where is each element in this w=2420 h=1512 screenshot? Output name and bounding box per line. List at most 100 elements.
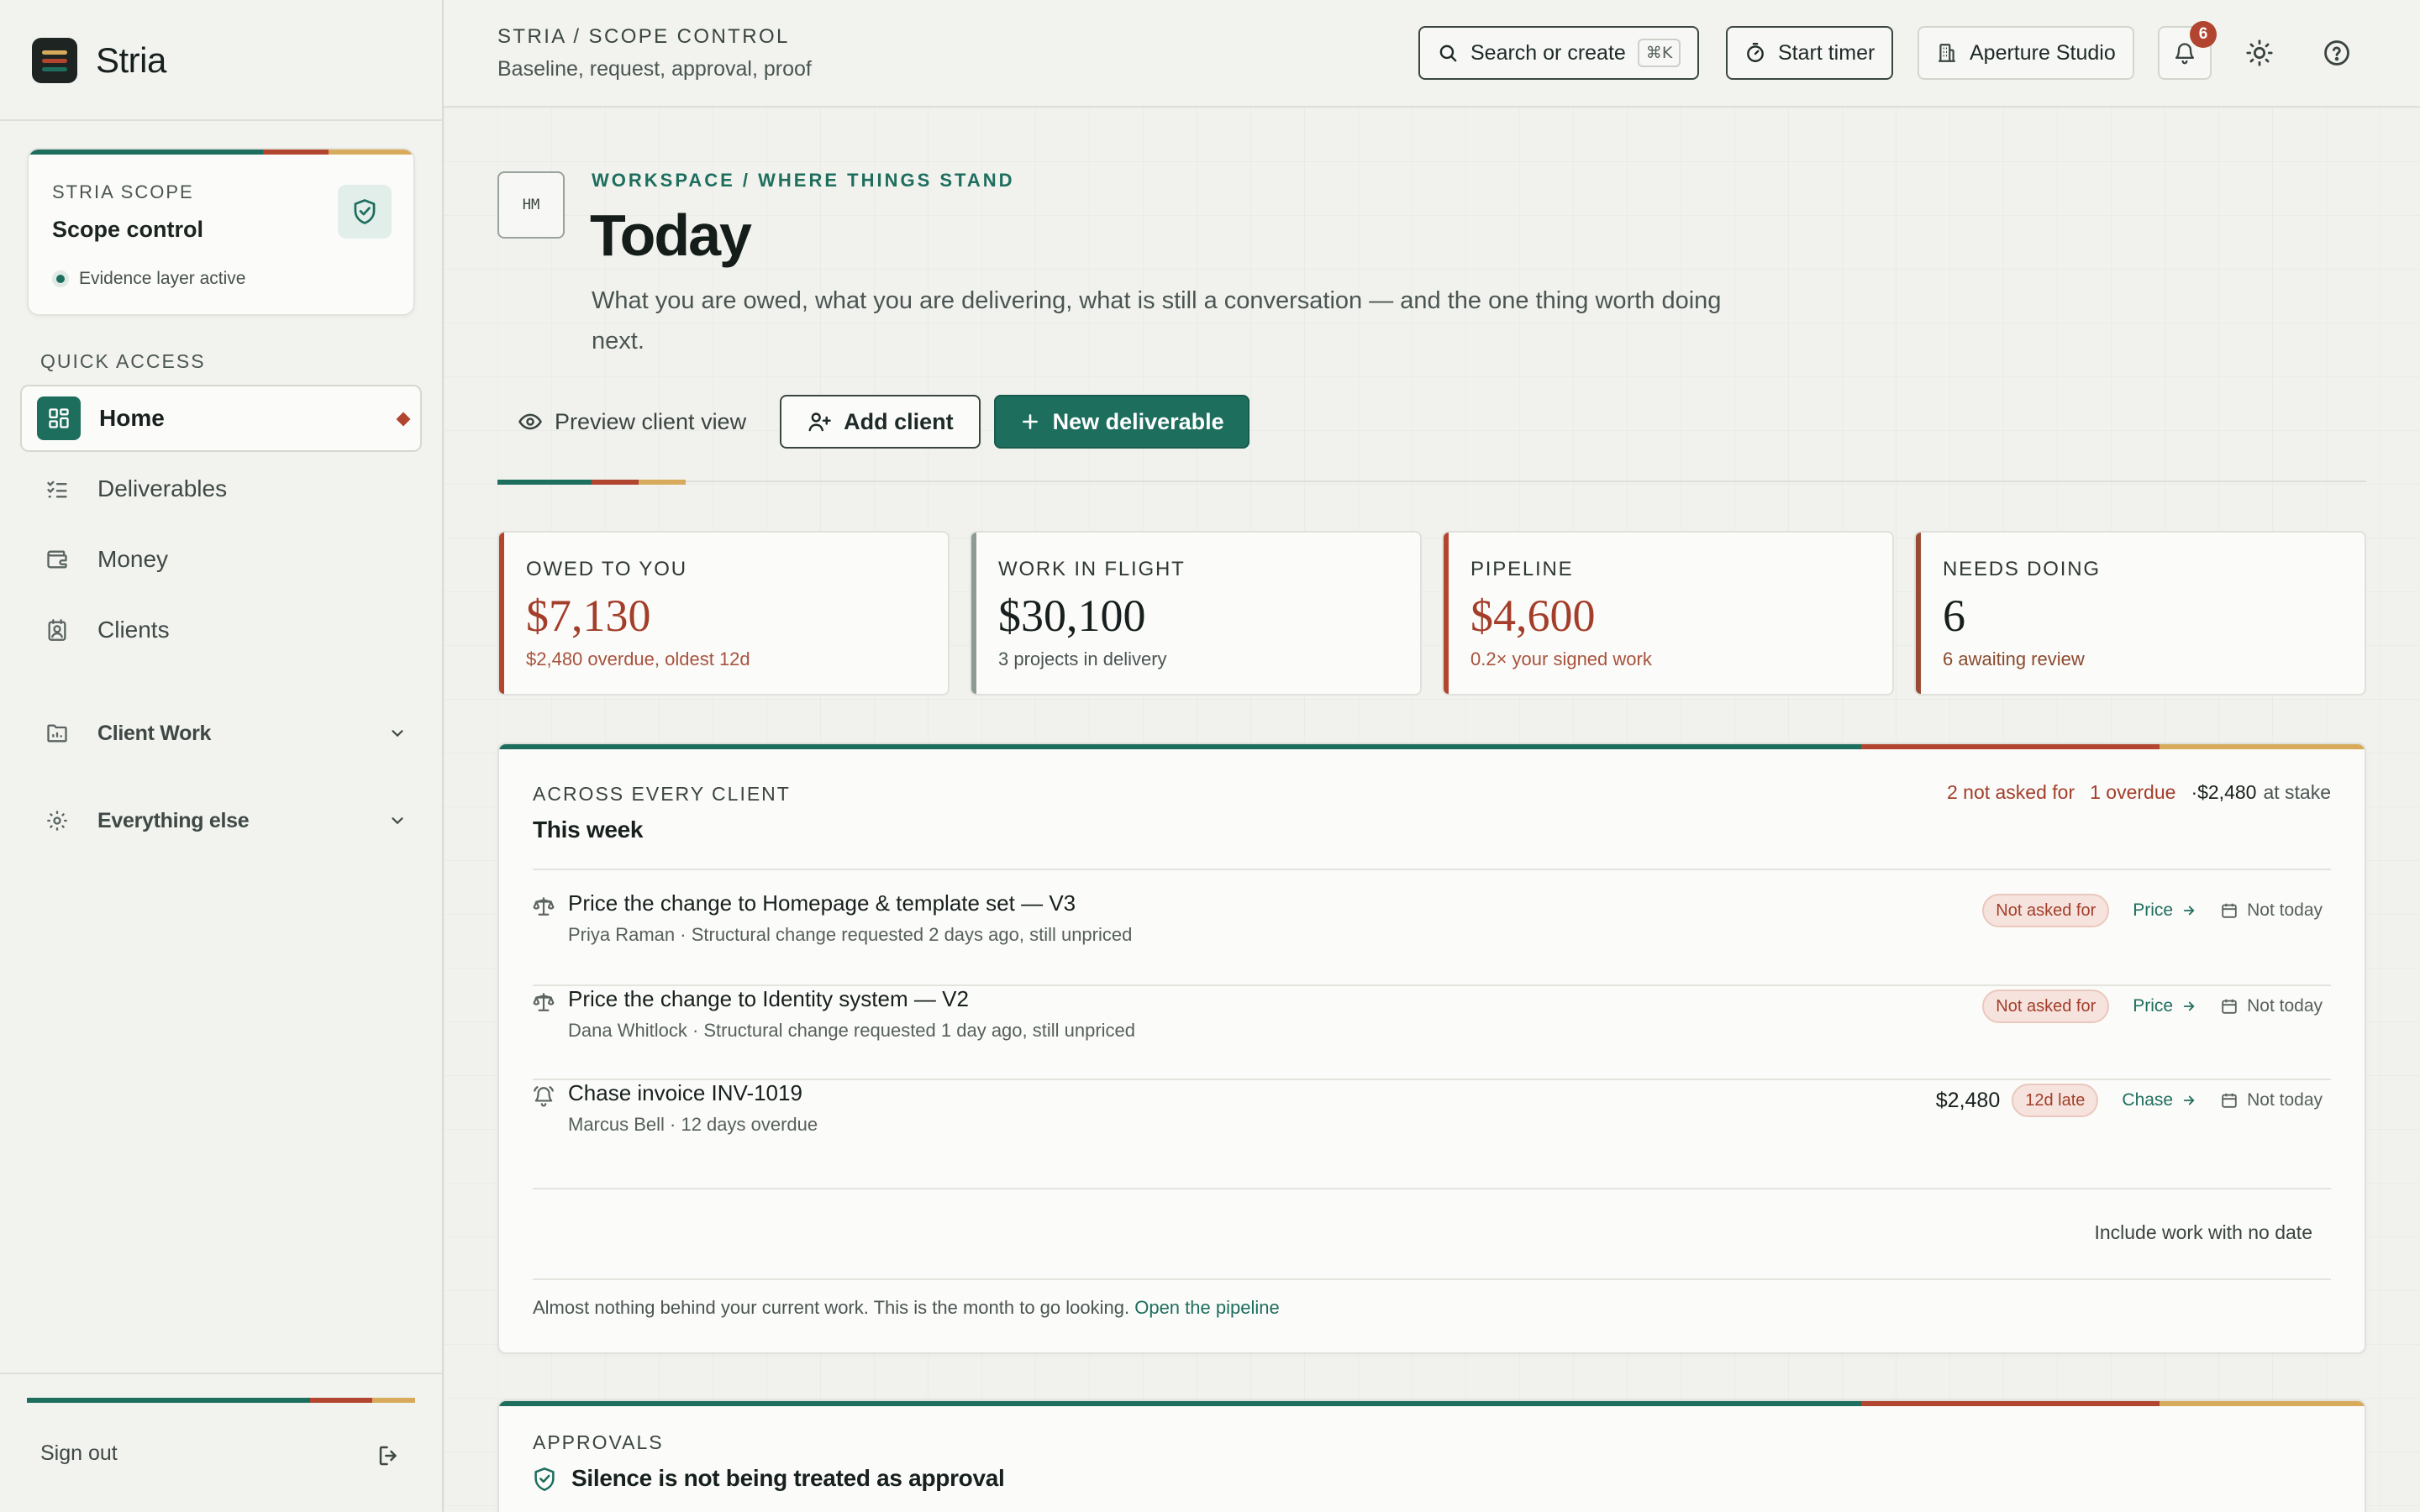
panel-eyebrow: ACROSS EVERY CLIENT: [533, 783, 791, 805]
status-dot-icon: [52, 270, 69, 287]
arrow-right-icon: [2183, 906, 2195, 916]
panel-accent-bar: [499, 744, 2365, 749]
grid-icon: [37, 396, 81, 440]
overdue-count[interactable]: 1 overdue: [2090, 781, 2175, 804]
group-everything-else[interactable]: Everything else: [20, 791, 422, 850]
notifications-button[interactable]: 6: [2158, 21, 2217, 80]
stat-sub: $2,480 overdue, oldest 12d: [526, 648, 750, 669]
sign-out-button[interactable]: Sign out: [40, 1441, 118, 1466]
scope-status-text: Evidence layer active: [79, 269, 246, 288]
chase-link[interactable]: Chase: [2122, 1090, 2196, 1110]
new-deliverable-button[interactable]: New deliverable: [993, 395, 1249, 449]
brand[interactable]: Stria: [32, 37, 166, 84]
notification-count-badge: 6: [2190, 21, 2217, 48]
page-lede: What you are owed, what you are deliveri…: [592, 287, 1722, 354]
arrow-right-icon: [2183, 1001, 2195, 1011]
sidebar-accent-bar: [27, 1398, 415, 1403]
quick-access-label: QUICK ACCESS: [40, 350, 206, 372]
task-actions: Not asked for Price Not today: [1982, 894, 2323, 927]
add-client-button[interactable]: Add client: [780, 395, 981, 449]
stat-value: $30,100: [998, 591, 1146, 641]
action-label: Chase: [2122, 1090, 2174, 1110]
not-today-button[interactable]: Not today: [2220, 900, 2323, 921]
search-icon: [1439, 45, 1457, 62]
stat-pipeline[interactable]: PIPELINE $4,600 0.2× your signed work: [1442, 531, 1894, 696]
not-asked-count[interactable]: 2 not asked for: [1947, 781, 2075, 804]
at-stake-suffix: at stake: [2263, 781, 2331, 803]
stat-sub: 3 projects in delivery: [998, 648, 1167, 669]
chevron-down-icon: [392, 817, 403, 825]
section-divider-accent: [497, 480, 686, 485]
task-title: Chase invoice INV-1019: [568, 1080, 802, 1105]
start-timer-button[interactable]: Start timer: [1726, 26, 1894, 80]
status-badge: Not asked for: [1982, 990, 2110, 1023]
sidebar-item-label: Clients: [97, 617, 170, 643]
not-today-button[interactable]: Not today: [2220, 1090, 2323, 1110]
stat-value: $7,130: [526, 591, 651, 641]
sidebar-divider: [0, 119, 442, 121]
not-today-button[interactable]: Not today: [2220, 996, 2323, 1016]
chevron-down-icon: [392, 730, 403, 738]
stat-needs-doing[interactable]: NEEDS DOING 6 6 awaiting review: [1914, 531, 2366, 696]
scope-card-eyebrow: STRIA SCOPE: [52, 181, 194, 202]
task-row[interactable]: Price the change to Identity system — V2…: [533, 966, 2331, 1060]
group-client-work[interactable]: Client Work: [20, 704, 422, 763]
avatar[interactable]: HM: [497, 171, 565, 239]
checklist-icon: [35, 467, 79, 511]
help-button[interactable]: [2317, 34, 2356, 72]
defer-label: Not today: [2247, 1090, 2323, 1110]
sidebar-item-label: Deliverables: [97, 475, 228, 501]
stat-sub: 0.2× your signed work: [1470, 648, 1652, 669]
task-title: Price the change to Identity system — V2: [568, 986, 969, 1011]
preview-label: Preview client view: [555, 408, 747, 434]
shield-check-icon[interactable]: [338, 185, 392, 239]
task-subtitle: Dana Whitlock · Structural change reques…: [568, 1020, 1136, 1041]
sidebar-item-label: Home: [99, 405, 165, 431]
task-subtitle: Priya Raman · Structural change requeste…: [568, 924, 1133, 945]
sign-out-icon[interactable]: [376, 1443, 402, 1468]
task-row[interactable]: Chase invoice INV-1019 Marcus Bell · 12 …: [533, 1060, 2331, 1154]
theme-toggle-button[interactable]: [2240, 34, 2279, 72]
task-actions: Not asked for Price Not today: [1982, 990, 2323, 1023]
defer-label: Not today: [2247, 996, 2323, 1016]
this-week-panel: ACROSS EVERY CLIENT This week 2 not aske…: [497, 743, 2366, 1354]
folder-chart-icon: [35, 711, 79, 755]
breadcrumb-subtitle: Baseline, request, approval, proof: [497, 57, 812, 81]
task-row[interactable]: Price the change to Homepage & template …: [533, 870, 2331, 964]
add-client-label: Add client: [844, 408, 954, 434]
status-badge: 12d late: [2012, 1084, 2099, 1117]
stat-owed-to-you[interactable]: OWED TO YOU $7,130 $2,480 overdue, oldes…: [497, 531, 950, 696]
defer-label: Not today: [2247, 900, 2323, 920]
workspace-label: Aperture Studio: [1970, 40, 2116, 65]
eye-icon: [518, 413, 542, 430]
search-button[interactable]: Search or create ⌘K: [1418, 26, 1700, 80]
scope-card: STRIA SCOPE Scope control Evidence layer…: [27, 148, 415, 316]
price-link[interactable]: Price: [2133, 900, 2196, 921]
sidebar-item-clients[interactable]: Clients: [20, 596, 422, 664]
shield-check-icon: [534, 1467, 555, 1491]
scale-icon: [533, 897, 555, 916]
task-subtitle: Marcus Bell · 12 days overdue: [568, 1114, 818, 1135]
preview-client-view-button[interactable]: Preview client view: [497, 395, 766, 449]
active-diamond-icon: [396, 412, 411, 427]
contact-card-icon: [35, 608, 79, 652]
stopwatch-icon: [1747, 42, 1764, 62]
panel-title: Silence is not being treated as approval: [571, 1465, 1005, 1491]
sidebar-item-home[interactable]: Home: [20, 385, 422, 452]
stat-work-in-flight[interactable]: WORK IN FLIGHT $30,100 3 projects in del…: [970, 531, 1422, 696]
stat-edge: [499, 533, 504, 694]
panel-note-text: Almost nothing behind your current work.…: [533, 1297, 1130, 1318]
status-badge: Not asked for: [1982, 894, 2110, 927]
panel-divider: [533, 1188, 2331, 1189]
open-pipeline-link[interactable]: Open the pipeline: [1134, 1297, 1279, 1318]
new-deliverable-label: New deliverable: [1052, 408, 1224, 434]
scale-icon: [533, 993, 555, 1011]
price-link[interactable]: Price: [2133, 996, 2196, 1016]
calendar-icon: [2222, 903, 2237, 918]
workspace-switcher[interactable]: Aperture Studio: [1918, 26, 2134, 80]
panel-title: This week: [533, 816, 644, 843]
sidebar-item-money[interactable]: Money: [20, 526, 422, 593]
sidebar-item-deliverables[interactable]: Deliverables: [20, 455, 422, 522]
include-no-date-toggle[interactable]: Include work with no date: [2094, 1221, 2312, 1244]
bell-icon: [2175, 43, 2195, 65]
